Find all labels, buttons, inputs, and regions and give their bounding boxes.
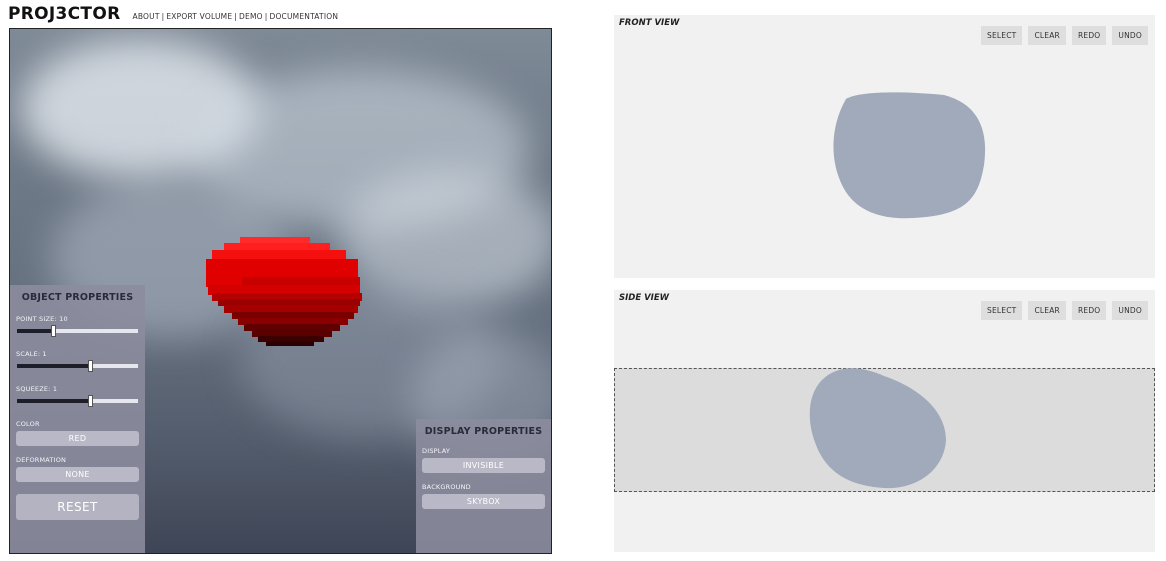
scale-label: SCALE: 1	[16, 350, 47, 358]
slider-thumb[interactable]	[88, 360, 93, 372]
nav-separator: |	[234, 12, 238, 21]
voxel-object[interactable]	[202, 235, 367, 353]
side-view-shape	[809, 368, 946, 489]
slider-thumb[interactable]	[51, 325, 56, 337]
display-properties-title: DISPLAY PROPERTIES	[424, 426, 543, 437]
slider-thumb[interactable]	[88, 395, 93, 407]
nav-about-link[interactable]: ABOUT	[132, 12, 159, 21]
background-label: BACKGROUND	[422, 483, 471, 491]
top-nav: ABOUT | EXPORT VOLUME | DEMO | DOCUMENTATION	[132, 12, 338, 21]
slider-fill	[17, 364, 90, 368]
3d-viewport[interactable]: OBJECT PROPERTIES POINT SIZE: 10 SCALE: …	[9, 28, 552, 554]
front-view-shape	[833, 92, 986, 219]
object-properties-title: OBJECT PROPERTIES	[21, 292, 134, 303]
object-properties-panel: OBJECT PROPERTIES POINT SIZE: 10 SCALE: …	[10, 285, 145, 553]
nav-documentation-link[interactable]: DOCUMENTATION	[269, 12, 338, 21]
nav-demo-link[interactable]: DEMO	[239, 12, 263, 21]
slider-fill	[17, 399, 90, 403]
app-header: PROJ3CTOR ABOUT | EXPORT VOLUME | DEMO | DOCUM…	[8, 4, 338, 24]
color-selector[interactable]: RED	[16, 431, 139, 446]
display-properties-panel: DISPLAY PROPERTIES DISPLAY INVISIBLE BAC…	[416, 419, 551, 553]
deformation-selector[interactable]: NONE	[16, 467, 139, 482]
display-selector[interactable]: INVISIBLE	[422, 458, 545, 473]
nav-export-volume-link[interactable]: EXPORT VOLUME	[166, 12, 232, 21]
side-view-canvas[interactable]: SIDE VIEW SELECT CLEAR REDO UNDO	[614, 290, 1155, 552]
nav-separator: |	[264, 12, 268, 21]
point-size-label: POINT SIZE: 10	[16, 315, 68, 323]
app-logo: PROJ3CTOR	[8, 4, 121, 24]
deformation-label: DEFORMATION	[16, 456, 67, 464]
display-label: DISPLAY	[422, 447, 451, 455]
slider-fill	[17, 329, 53, 333]
squeeze-slider[interactable]	[17, 395, 138, 407]
reset-button[interactable]: RESET	[16, 494, 139, 520]
squeeze-label: SQUEEZE: 1	[16, 385, 58, 393]
color-label: COLOR	[16, 420, 40, 428]
background-selector[interactable]: SKYBOX	[422, 494, 545, 509]
point-size-slider[interactable]	[17, 325, 138, 337]
front-view-canvas[interactable]: FRONT VIEW SELECT CLEAR REDO UNDO	[614, 15, 1155, 278]
scale-slider[interactable]	[17, 360, 138, 372]
nav-separator: |	[161, 12, 165, 21]
